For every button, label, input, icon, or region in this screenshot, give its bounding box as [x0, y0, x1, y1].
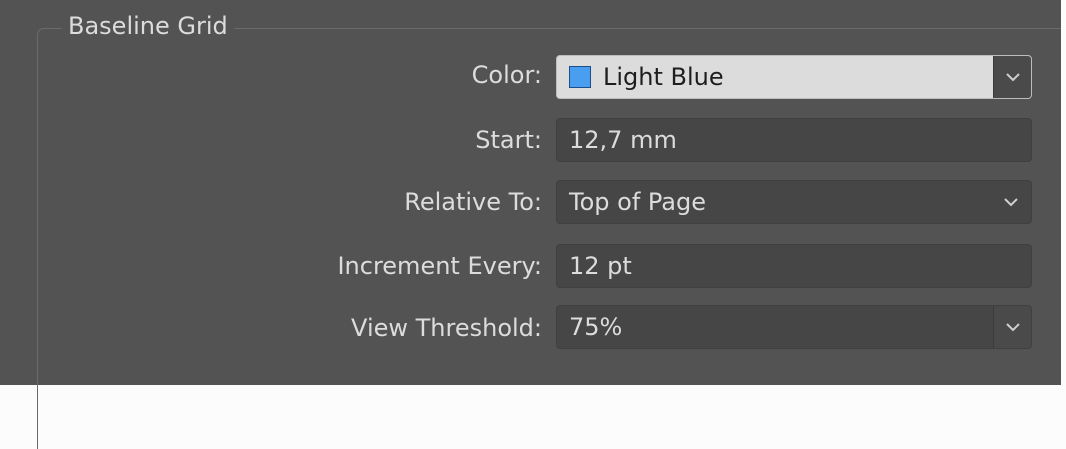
group-title: Baseline Grid	[62, 8, 234, 44]
color-label: Color:	[471, 61, 542, 89]
color-value: Light Blue	[603, 63, 724, 91]
color-dropdown-button[interactable]	[993, 56, 1031, 98]
relative-to-value: Top of Page	[569, 188, 706, 216]
window-edge	[1061, 0, 1066, 389]
start-input[interactable]: 12,7 mm	[556, 118, 1032, 162]
chevron-down-icon	[1006, 323, 1020, 332]
increment-every-value: 12 pt	[569, 252, 632, 280]
chevron-down-icon	[1004, 198, 1018, 207]
baseline-grid-panel: Baseline Grid Color: Light Blue Start: 1…	[0, 0, 1066, 449]
start-value: 12,7 mm	[569, 126, 677, 154]
view-threshold-label: View Threshold:	[351, 314, 542, 342]
relative-to-dropdown[interactable]: Top of Page	[556, 180, 1032, 224]
increment-every-label: Increment Every:	[337, 252, 542, 280]
color-dropdown[interactable]: Light Blue	[556, 55, 1032, 99]
increment-every-input[interactable]: 12 pt	[556, 244, 1032, 288]
start-label: Start:	[475, 126, 542, 154]
color-swatch	[569, 66, 591, 88]
chevron-down-icon	[1006, 73, 1020, 82]
view-threshold-value: 75%	[569, 313, 623, 341]
relative-to-label: Relative To:	[404, 188, 542, 216]
view-threshold-combobox[interactable]: 75%	[556, 305, 1032, 349]
view-threshold-dropdown-button[interactable]	[993, 306, 1031, 348]
